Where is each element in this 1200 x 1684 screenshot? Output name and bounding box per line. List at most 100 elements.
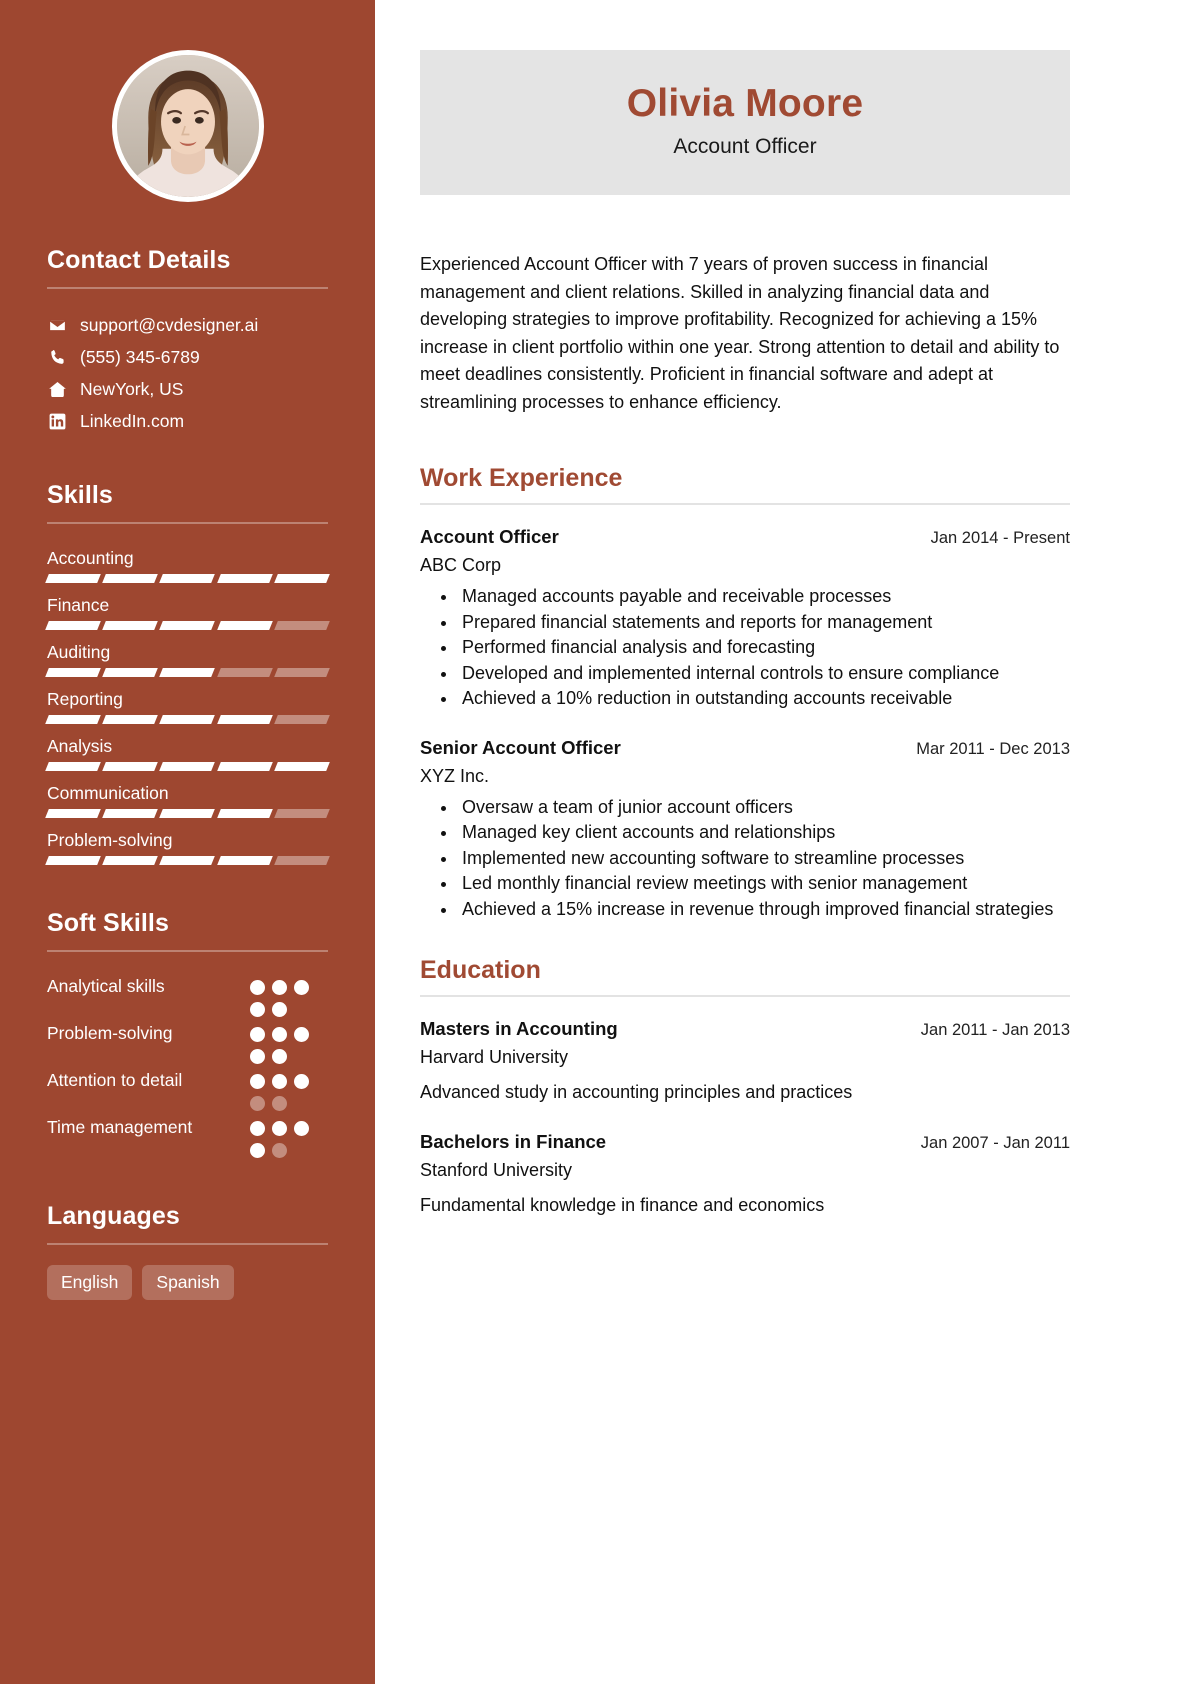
soft-skills-list: Analytical skills Problem-solving Attentio… (47, 972, 328, 1158)
envelope-icon (47, 315, 67, 335)
work-experience-section: Work Experience Account Officer Jan 2014 … (420, 464, 1070, 922)
skill-bar-segment (102, 856, 159, 865)
contact-phone-label: (555) 345-6789 (80, 347, 200, 367)
rating-dot (250, 1096, 265, 1111)
work-entry-date: Jan 2014 - Present (930, 529, 1070, 547)
skill-bar-segment (216, 715, 273, 724)
skill-bar-segment (216, 668, 273, 677)
language-chip: Spanish (142, 1265, 234, 1300)
sidebar: Contact Details support@cvdesigner.ai (5… (0, 0, 375, 1684)
skill-bar-segment (273, 809, 330, 818)
contact-item-email[interactable]: support@cvdesigner.ai (47, 309, 328, 341)
page-title: Olivia Moore (626, 82, 864, 125)
rating-dot (250, 1027, 265, 1042)
skill-bar-segment (273, 856, 330, 865)
contact-section: Contact Details support@cvdesigner.ai (5… (47, 246, 328, 437)
soft-skill-item: Attention to detail (47, 1066, 328, 1111)
skill-bar-segment (273, 574, 330, 583)
education-entry-school: Stanford University (420, 1160, 573, 1180)
languages-list: English Spanish (47, 1265, 328, 1300)
work-bullet-item: Managed accounts payable and receivable … (458, 584, 1070, 610)
avatar-container (47, 50, 328, 202)
rating-dot (250, 1002, 265, 1017)
rating-dot (272, 1074, 287, 1089)
work-entry-bullets: Managed accounts payable and receivable … (420, 584, 1070, 712)
contact-item-location[interactable]: NewYork, US (47, 373, 328, 405)
rating-dot (272, 1143, 287, 1158)
main-content: Olivia Moore Account Officer Experienced… (375, 0, 1200, 1684)
work-bullet-item: Performed financial analysis and forecas… (458, 635, 1070, 661)
skill-bar (45, 762, 330, 771)
skill-bar (45, 574, 330, 583)
skill-item: Analysis (45, 732, 330, 771)
skill-bar-segment (45, 621, 102, 630)
education-entry-school: Harvard University (420, 1047, 569, 1067)
skill-bar-segment (273, 762, 330, 771)
work-bullet-item: Implemented new accounting software to s… (458, 846, 1070, 872)
contact-item-linkedin[interactable]: LinkedIn.com (47, 405, 328, 437)
work-experience-list: Account Officer Jan 2014 - Present ABC Cor… (420, 523, 1070, 922)
work-experience-divider (420, 503, 1070, 505)
soft-skills-divider (47, 950, 328, 952)
work-entry-header: Account Officer Jan 2014 - Present (420, 523, 1070, 552)
home-icon (47, 379, 67, 399)
skill-label: Reporting (47, 689, 123, 709)
skill-bar-segment (159, 762, 216, 771)
languages-heading: Languages (47, 1202, 180, 1230)
rating-dot (250, 1143, 265, 1158)
skill-bar-segment (216, 621, 273, 630)
work-entry: Account Officer Jan 2014 - Present ABC Cor… (420, 523, 1070, 712)
skill-bar-segment (159, 668, 216, 677)
skills-section: Skills Accounting Finance Auditing Reportin… (45, 481, 330, 865)
work-entry-header: Senior Account Officer Mar 2011 - Dec 201… (420, 734, 1070, 763)
education-entry: Masters in Accounting Jan 2011 - Jan 2013… (420, 1015, 1070, 1106)
soft-skill-label: Problem-solving (47, 1023, 173, 1043)
skill-bar (45, 715, 330, 724)
languages-divider (47, 1243, 328, 1245)
skills-heading: Skills (47, 481, 113, 509)
skill-bar-segment (159, 621, 216, 630)
rating-dot (294, 980, 309, 995)
skill-bar-segment (159, 809, 216, 818)
soft-skill-label: Time management (47, 1117, 193, 1137)
rating-dot (272, 1002, 287, 1017)
skill-bar-segment (216, 809, 273, 818)
soft-skill-rating (250, 1113, 328, 1158)
skill-bar-segment (159, 574, 216, 583)
contact-item-phone[interactable]: (555) 345-6789 (47, 341, 328, 373)
rating-dot (250, 1121, 265, 1136)
education-list: Masters in Accounting Jan 2011 - Jan 2013… (420, 1015, 1070, 1219)
skill-bar-segment (273, 668, 330, 677)
education-entry-date: Jan 2007 - Jan 2011 (920, 1134, 1070, 1152)
rating-dot (272, 1121, 287, 1136)
education-entry-date: Jan 2011 - Jan 2013 (920, 1021, 1070, 1039)
skill-bar-segment (45, 856, 102, 865)
skill-item: Finance (45, 591, 330, 630)
linkedin-icon (47, 411, 67, 431)
skill-label: Communication (47, 783, 169, 803)
avatar (111, 50, 264, 202)
skill-bar-segment (45, 715, 102, 724)
work-entry-date: Mar 2011 - Dec 2013 (916, 739, 1070, 758)
work-entry-company: ABC Corp (420, 555, 502, 575)
work-entry-bullets: Oversaw a team of junior account officer… (420, 795, 1070, 923)
skill-bar-segment (216, 856, 273, 865)
skill-item: Auditing (45, 638, 330, 677)
profile-summary: Experienced Account Officer with 7 years… (420, 254, 1060, 412)
work-bullet-item: Achieved a 15% increase in revenue throu… (458, 897, 1070, 923)
work-bullet-item: Developed and implemented internal contr… (458, 661, 1070, 687)
rating-dot (250, 1074, 265, 1089)
soft-skill-item: Time management (47, 1113, 328, 1158)
soft-skills-heading: Soft Skills (47, 909, 169, 937)
skill-bar-segment (273, 621, 330, 630)
contact-email-label: support@cvdesigner.ai (80, 315, 259, 335)
education-entry-header: Bachelors in Finance Jan 2007 - Jan 2011 (420, 1128, 1070, 1157)
skill-bar-segment (159, 715, 216, 724)
skill-label: Accounting (47, 548, 134, 568)
work-bullet-item: Led monthly financial review meetings wi… (458, 871, 1070, 897)
language-chip: English (47, 1265, 133, 1300)
work-bullet-item: Managed key client accounts and relation… (458, 820, 1070, 846)
rating-dot (250, 980, 265, 995)
education-entry-description: Fundamental knowledge in finance and eco… (420, 1195, 825, 1215)
contact-heading: Contact Details (47, 246, 231, 274)
